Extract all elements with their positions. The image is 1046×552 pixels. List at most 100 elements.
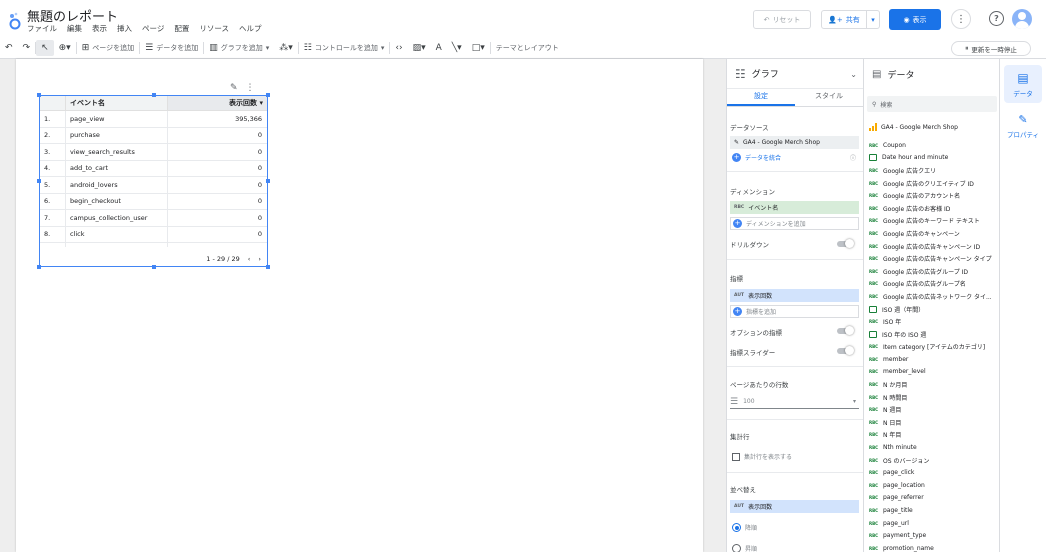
- field-item[interactable]: RBC Item category [アイテムのカテゴリ]: [869, 341, 997, 354]
- table-row[interactable]: 1. page_view 395,366: [40, 111, 267, 128]
- field-item[interactable]: RBC Google 広告のキャンペーン: [869, 227, 997, 240]
- next-page-icon[interactable]: ›: [258, 255, 261, 263]
- sort-asc-radio[interactable]: 昇順: [730, 542, 859, 552]
- pause-updates-button[interactable]: ⏸ 更新を一時停止: [951, 41, 1031, 56]
- line-icon[interactable]: ╲▾: [452, 43, 462, 53]
- embed-code-icon[interactable]: ‹›: [395, 43, 402, 53]
- menu-page[interactable]: ページ: [142, 23, 164, 34]
- column-header-views[interactable]: 表示回数 ▾: [167, 96, 267, 110]
- table-row[interactable]: 7. campus_collection_user 0: [40, 210, 267, 227]
- field-item[interactable]: Date hour and minute: [869, 152, 997, 165]
- edit-pencil-icon[interactable]: ✎: [230, 83, 238, 93]
- prev-page-icon[interactable]: ‹: [248, 255, 251, 263]
- field-item[interactable]: RBC N 週目: [869, 403, 997, 416]
- view-button[interactable]: ◉ 表示: [889, 9, 941, 30]
- table-row[interactable]: 5. android_lovers 0: [40, 177, 267, 194]
- add-data-button[interactable]: ☰ データを追加: [140, 38, 203, 58]
- field-item[interactable]: RBC payment_type: [869, 529, 997, 542]
- field-item[interactable]: RBC member_level: [869, 366, 997, 379]
- field-item[interactable]: RBC page_location: [869, 479, 997, 492]
- field-item[interactable]: RBC promotion_name: [869, 542, 997, 552]
- field-item[interactable]: RBC Nth minute: [869, 441, 997, 454]
- menu-help[interactable]: ヘルプ: [239, 23, 262, 34]
- field-item[interactable]: RBC ISO 年: [869, 315, 997, 328]
- sort-chip[interactable]: AUT 表示回数: [730, 500, 859, 513]
- help-icon[interactable]: ?: [989, 11, 1004, 26]
- table-row[interactable]: 4. add_to_cart 0: [40, 160, 267, 177]
- sort-desc-radio[interactable]: 降順: [730, 521, 859, 534]
- more-vert-icon[interactable]: ⋮: [951, 9, 971, 29]
- field-item[interactable]: RBC N 時間目: [869, 391, 997, 404]
- add-control-button[interactable]: ☷ コントロールを追加 ▾: [299, 38, 390, 58]
- share-button[interactable]: 👤+ 共有 ▾: [821, 10, 880, 29]
- table-row[interactable]: 3. view_search_results 0: [40, 144, 267, 161]
- field-item[interactable]: RBC Google 広告のアカウント名: [869, 189, 997, 202]
- datasource-entry[interactable]: GA4 - Google Merch Shop: [869, 123, 958, 131]
- rail-properties-button[interactable]: ✎ プロパティ: [1004, 107, 1042, 145]
- image-icon[interactable]: ▨▾: [413, 43, 426, 53]
- menu-insert[interactable]: 挿入: [117, 23, 132, 34]
- datasource-chip[interactable]: ✎ GA4 - Google Merch Shop: [730, 136, 859, 149]
- rows-per-page-select[interactable]: ☰ 100 ▾: [730, 395, 859, 409]
- field-item[interactable]: RBC N 年目: [869, 429, 997, 442]
- table-chart[interactable]: イベント名 表示回数 ▾ 1. page_view 395,366 2. purchas…: [37, 93, 270, 269]
- field-item[interactable]: RBC page_click: [869, 466, 997, 479]
- shape-icon[interactable]: □▾: [472, 43, 485, 53]
- drilldown-toggle[interactable]: [837, 239, 854, 248]
- zoom-icon[interactable]: ⊕▾: [59, 43, 71, 53]
- metric-slider-toggle[interactable]: [837, 346, 854, 355]
- field-item[interactable]: RBC page_title: [869, 504, 997, 517]
- field-item[interactable]: RBC Coupon: [869, 139, 997, 152]
- menu-view[interactable]: 表示: [92, 23, 107, 34]
- field-item[interactable]: RBC Google 広告の広告グループ名: [869, 278, 997, 291]
- add-dimension-button[interactable]: + ディメンションを追加: [730, 217, 859, 230]
- summary-row-checkbox[interactable]: 集計行を表示する: [730, 450, 859, 463]
- undo-icon[interactable]: ↶: [5, 43, 13, 53]
- field-item[interactable]: RBC Google 広告のお客様 ID: [869, 202, 997, 215]
- metric-chip[interactable]: AUT 表示回数: [730, 289, 859, 302]
- column-header-event-name[interactable]: イベント名: [65, 96, 167, 110]
- field-item[interactable]: RBC Google 広告の広告グループ ID: [869, 265, 997, 278]
- field-search-input[interactable]: ⚲ 検索: [867, 96, 997, 112]
- table-row[interactable]: 2. purchase 0: [40, 127, 267, 144]
- field-item[interactable]: RBC page_url: [869, 517, 997, 530]
- table-row[interactable]: 6. begin_checkout 0: [40, 193, 267, 210]
- field-item[interactable]: RBC OS のバージョン: [869, 454, 997, 467]
- table-row[interactable]: 9.errors0: [40, 243, 267, 247]
- menu-file[interactable]: ファイル: [27, 23, 57, 34]
- field-item[interactable]: RBC N か月目: [869, 378, 997, 391]
- rail-data-button[interactable]: ▤ データ: [1004, 65, 1042, 103]
- theme-layout-button[interactable]: テーマとレイアウト: [491, 38, 564, 58]
- avatar[interactable]: [1012, 9, 1032, 29]
- table-row[interactable]: 8. click 0: [40, 226, 267, 243]
- add-chart-button[interactable]: ▥ グラフを追加 ▾: [204, 38, 274, 58]
- community-viz-icon[interactable]: ⁂▾: [279, 43, 293, 53]
- more-vert-icon[interactable]: ⋮: [246, 83, 255, 93]
- field-item[interactable]: RBC Google 広告クエリ: [869, 164, 997, 177]
- field-item[interactable]: RBC Google 広告の広告ネットワーク タイ...: [869, 290, 997, 303]
- menu-resource[interactable]: リソース: [199, 23, 229, 34]
- field-item[interactable]: ISO 年の ISO 週: [869, 328, 997, 341]
- field-item[interactable]: RBC Google 広告の広告キャンペーン タイプ: [869, 252, 997, 265]
- field-item[interactable]: RBC member: [869, 353, 997, 366]
- tab-style[interactable]: スタイル: [795, 89, 863, 106]
- field-item[interactable]: RBC N 日目: [869, 416, 997, 429]
- text-icon[interactable]: A: [436, 43, 442, 53]
- optional-metric-toggle[interactable]: [837, 326, 854, 335]
- dimension-chip[interactable]: RBC イベント名: [730, 201, 859, 214]
- field-item[interactable]: ISO 週（年間）: [869, 303, 997, 316]
- add-metric-button[interactable]: + 指標を追加: [730, 305, 859, 318]
- field-item[interactable]: RBC Google 広告のクリエイティブ ID: [869, 177, 997, 190]
- chevron-down-icon[interactable]: ▾: [867, 16, 879, 24]
- select-cursor-icon[interactable]: ↖: [41, 43, 49, 53]
- add-page-button[interactable]: ⊞ ページを追加: [77, 38, 139, 58]
- field-item[interactable]: RBC page_referrer: [869, 492, 997, 505]
- field-item[interactable]: RBC Google 広告の広告キャンペーン ID: [869, 240, 997, 253]
- redo-icon[interactable]: ↷: [23, 43, 31, 53]
- reset-button[interactable]: ↶ リセット: [753, 10, 811, 29]
- tab-setup[interactable]: 設定: [727, 89, 795, 106]
- chart-type-selector[interactable]: ☷ グラフ ⌄: [727, 59, 863, 89]
- blend-data-button[interactable]: + データを統合 ⓘ: [730, 151, 859, 164]
- menu-edit[interactable]: 編集: [67, 23, 82, 34]
- menu-arrange[interactable]: 配置: [174, 23, 189, 34]
